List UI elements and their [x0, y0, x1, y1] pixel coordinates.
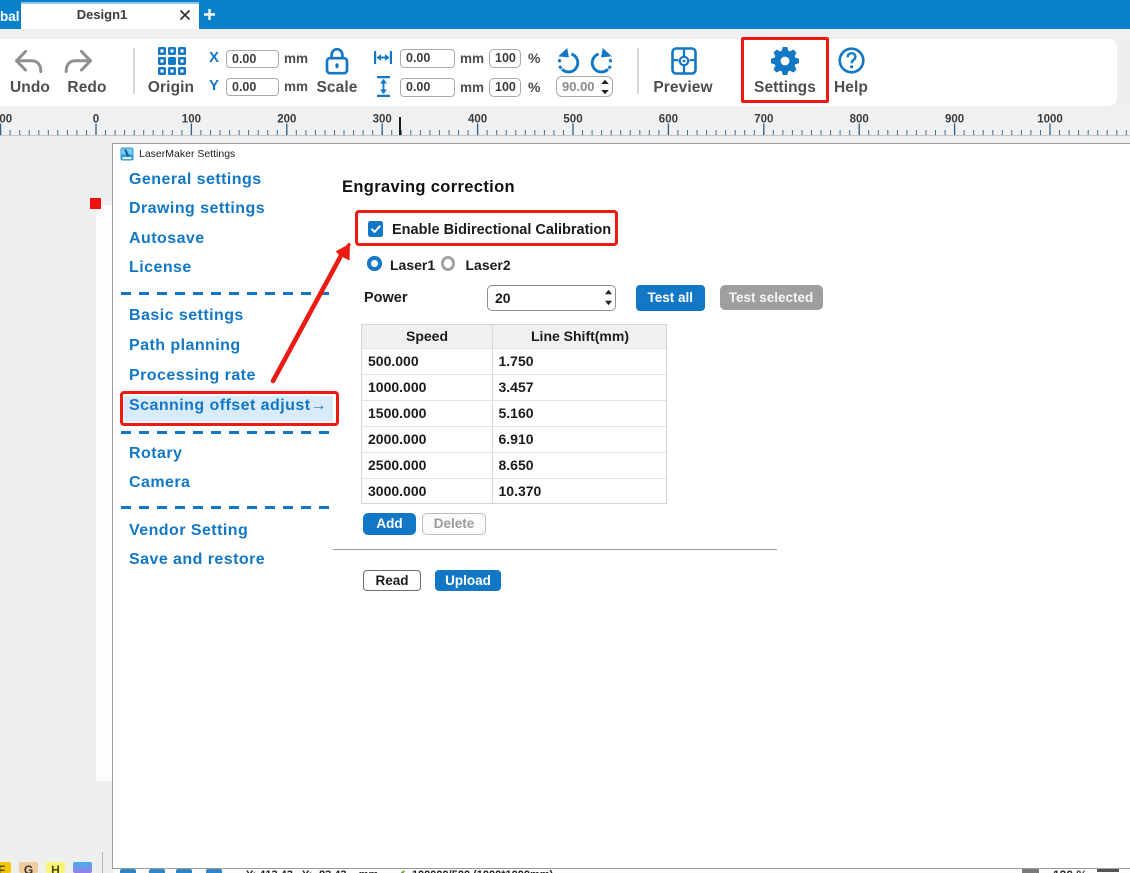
- svg-text:400: 400: [468, 114, 487, 126]
- svg-text:100: 100: [182, 114, 201, 126]
- svg-text:200: 200: [277, 114, 296, 126]
- svg-text:1000: 1000: [1037, 114, 1063, 126]
- svg-text:-100: -100: [0, 114, 12, 126]
- svg-text:300: 300: [373, 114, 392, 126]
- svg-text:800: 800: [850, 114, 869, 126]
- svg-text:900: 900: [945, 114, 964, 126]
- svg-text:600: 600: [659, 114, 678, 126]
- svg-text:500: 500: [563, 114, 582, 126]
- svg-text:0: 0: [93, 114, 99, 126]
- svg-text:700: 700: [754, 114, 773, 126]
